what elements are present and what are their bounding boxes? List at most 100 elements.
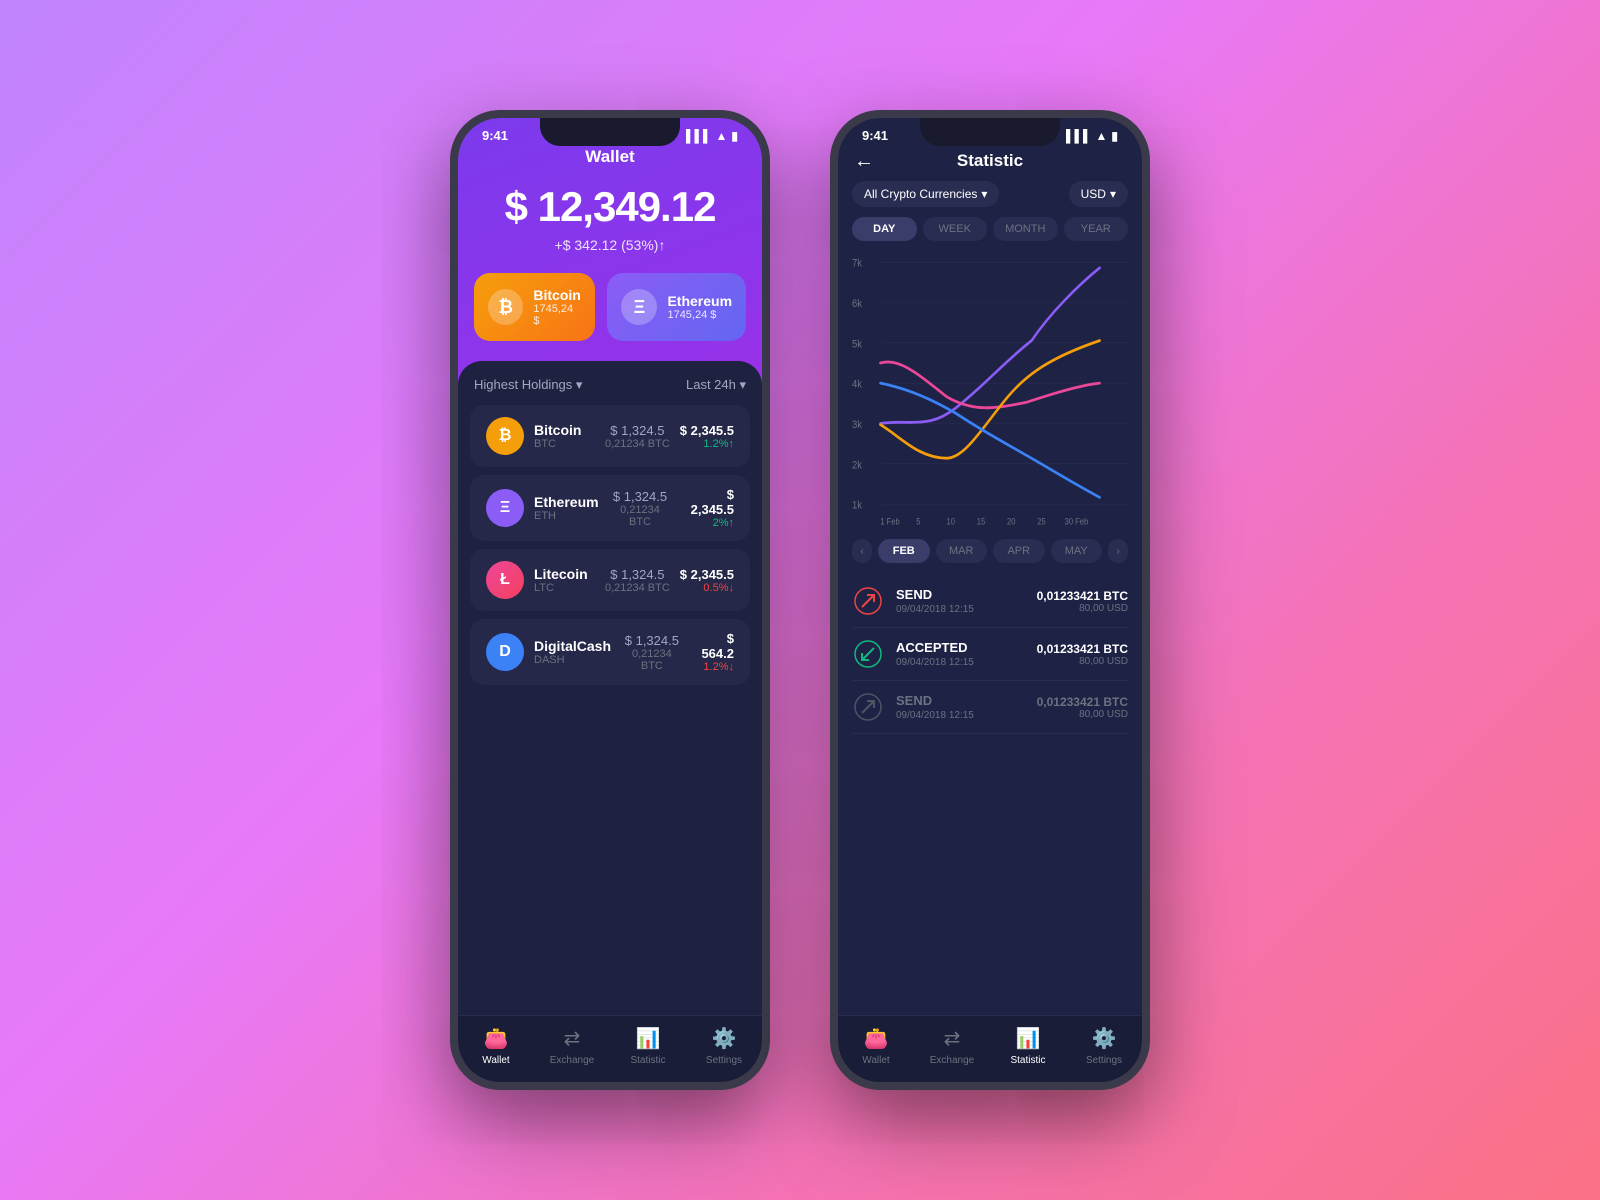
tx-send-2-icon [852,691,884,723]
holding-btc-right: $ 2,345.5 1.2%↑ [680,423,734,450]
wallet-screen: 9:41 ▌▌▌ ▲ ▮ Wallet $ 12,349.12 +$ 342.1… [458,118,762,1082]
month-tabs: ‹ FEB MAR APR MAY › [838,531,1142,571]
wallet-balance: $ 12,349.12 [478,183,742,231]
tab-mar[interactable]: MAR [936,539,988,563]
eth-card[interactable]: Ξ Ethereum 1745,24 $ [607,273,746,341]
nav-statistic-1[interactable]: 📊 Statistic [610,1026,686,1066]
tx-accept-1-btc: 0,01233421 BTC [1037,642,1128,656]
tx-send-2[interactable]: SEND 09/04/2018 12:15 0,01233421 BTC 80,… [852,681,1128,734]
chart-svg: 7k 6k 5k 4k 3k 2k 1k 1 Feb 5 10 15 20 25… [852,251,1128,531]
holding-btc-icon: ₿ [486,417,524,455]
holding-btc-ticker: BTC [534,438,595,450]
tx-send-1-btc: 0,01233421 BTC [1037,589,1128,603]
status-time-2: 9:41 [862,128,888,143]
tx-send-2-info: SEND 09/04/2018 12:15 [896,693,1025,721]
holding-ltc-icon: Ł [486,561,524,599]
tx-accept-1-type: ACCEPTED [896,640,1025,655]
nav-wallet-2[interactable]: 👛 Wallet [838,1026,914,1066]
statistic-nav-label-1: Statistic [630,1055,665,1066]
holding-ltc-value: $ 2,345.5 [680,567,734,582]
nav-statistic-2[interactable]: 📊 Statistic [990,1026,1066,1066]
tab-day[interactable]: DAY [852,217,917,241]
tab-may[interactable]: MAY [1051,539,1103,563]
holding-ltc[interactable]: Ł Litecoin LTC $ 1,324.5 0,21234 BTC $ 2… [470,549,750,611]
tx-accept-1-amount: 0,01233421 BTC 80,00 USD [1037,642,1128,667]
holding-dash-icon: D [486,633,524,671]
eth-info: Ethereum 1745,24 $ [667,293,732,321]
holdings-label[interactable]: Highest Holdings ▾ [474,377,582,393]
holding-eth-ticker: ETH [534,510,599,522]
tx-send-1-type: SEND [896,587,1025,602]
tab-month[interactable]: MONTH [993,217,1058,241]
month-prev[interactable]: ‹ [852,539,872,563]
holding-btc[interactable]: ₿ Bitcoin BTC $ 1,324.5 0,21234 BTC $ 2,… [470,405,750,467]
holding-btc-value: $ 2,345.5 [680,423,734,438]
signal-icon-2: ▌▌▌ [1066,129,1092,143]
btc-name: Bitcoin [533,287,581,303]
holding-eth-btc: 0,21234 BTC [609,504,672,528]
holding-dash-price: $ 1,324.5 [621,633,683,648]
nav-settings-1[interactable]: ⚙️ Settings [686,1026,762,1066]
exchange-nav-label-2: Exchange [930,1055,974,1066]
holding-eth-right: $ 2,345.5 2%↑ [681,487,734,529]
chart-container: 7k 6k 5k 4k 3k 2k 1k 1 Feb 5 10 15 20 25… [838,251,1142,531]
nav-wallet-1[interactable]: 👛 Wallet [458,1026,534,1066]
tx-send-1-date: 09/04/2018 12:15 [896,604,1025,615]
stat-header: ← Statistic [838,147,1142,181]
holding-ltc-change: 0.5%↓ [680,582,734,594]
holding-eth-change: 2%↑ [681,517,734,529]
stat-filters: All Crypto Currencies ▾ USD ▾ [838,181,1142,217]
signal-icon-1: ▌▌▌ [686,129,712,143]
month-next[interactable]: › [1108,539,1128,563]
stat-title: Statistic [957,151,1023,171]
holding-dash-value: $ 564.2 [693,631,734,661]
holding-btc-btc: 0,21234 BTC [605,438,670,450]
unit-filter[interactable]: USD ▾ [1069,181,1128,207]
exchange-nav-label-1: Exchange [550,1055,594,1066]
tx-send-1[interactable]: SEND 09/04/2018 12:15 0,01233421 BTC 80,… [852,575,1128,628]
transactions: SEND 09/04/2018 12:15 0,01233421 BTC 80,… [838,571,1142,1015]
nav-settings-2[interactable]: ⚙️ Settings [1066,1026,1142,1066]
holding-ltc-mid: $ 1,324.5 0,21234 BTC [605,567,670,594]
phone-2: 9:41 ▌▌▌ ▲ ▮ ← Statistic All Crypto Curr… [830,110,1150,1090]
svg-text:7k: 7k [852,258,863,270]
nav-exchange-2[interactable]: ⇄ Exchange [914,1026,990,1066]
tx-accept-1[interactable]: ACCEPTED 09/04/2018 12:15 0,01233421 BTC… [852,628,1128,681]
battery-icon-1: ▮ [731,129,738,143]
tab-feb[interactable]: FEB [878,539,930,563]
tx-send-2-amount: 0,01233421 BTC 80,00 USD [1037,695,1128,720]
holding-btc-name: Bitcoin [534,422,595,438]
eth-amount: 1745,24 $ [667,309,732,321]
status-icons-1: ▌▌▌ ▲ ▮ [686,129,738,143]
nav-exchange-1[interactable]: ⇄ Exchange [534,1026,610,1066]
svg-text:2k: 2k [852,460,863,472]
holding-eth-price: $ 1,324.5 [609,489,672,504]
tab-apr[interactable]: APR [993,539,1045,563]
svg-text:30 Feb: 30 Feb [1065,516,1089,527]
holding-ltc-info: Litecoin LTC [534,566,595,594]
btc-card[interactable]: ₿ Bitcoin 1745,24 $ [474,273,595,341]
holding-dash[interactable]: D DigitalCash DASH $ 1,324.5 0,21234 BTC… [470,619,750,685]
holding-eth-name: Ethereum [534,494,599,510]
holding-btc-mid: $ 1,324.5 0,21234 BTC [605,423,670,450]
holding-eth-icon: Ξ [486,489,524,527]
holdings-header: Highest Holdings ▾ Last 24h ▾ [458,377,762,405]
currency-filter[interactable]: All Crypto Currencies ▾ [852,181,999,207]
tab-week[interactable]: WEEK [923,217,988,241]
wifi-icon-2: ▲ [1096,129,1108,143]
holdings-period[interactable]: Last 24h ▾ [686,377,746,393]
tx-send-2-type: SEND [896,693,1025,708]
currency-filter-label: All Crypto Currencies [864,187,977,201]
back-button[interactable]: ← [854,150,874,173]
holding-eth[interactable]: Ξ Ethereum ETH $ 1,324.5 0,21234 BTC $ 2… [470,475,750,541]
phone-1-screen: 9:41 ▌▌▌ ▲ ▮ Wallet $ 12,349.12 +$ 342.1… [458,118,762,1082]
month-prev-icon: ‹ [860,546,863,557]
eth-icon: Ξ [621,289,657,325]
wallet-title: Wallet [478,147,742,183]
svg-text:3k: 3k [852,419,863,431]
wallet-nav-label-2: Wallet [862,1055,889,1066]
svg-text:25: 25 [1037,516,1046,527]
tx-send-2-date: 09/04/2018 12:15 [896,710,1025,721]
tab-year[interactable]: YEAR [1064,217,1129,241]
btc-amount: 1745,24 $ [533,303,581,327]
